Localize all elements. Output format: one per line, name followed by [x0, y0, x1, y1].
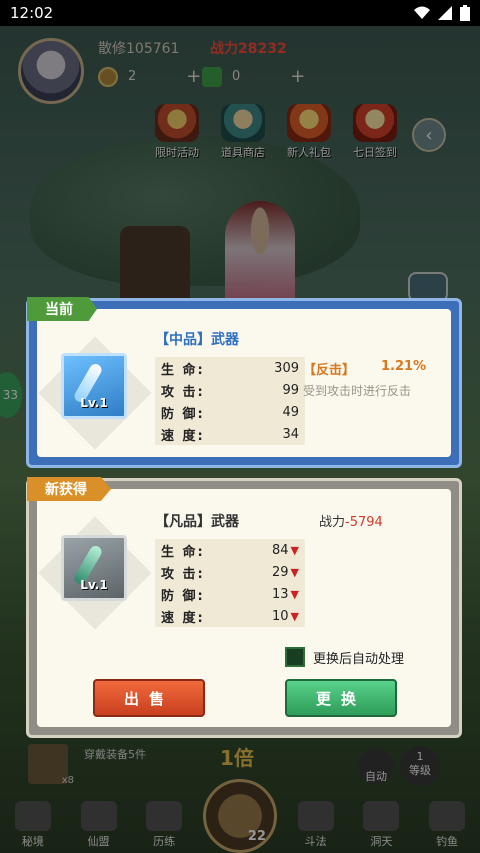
- stat-speed: 速 度: 34: [161, 426, 299, 444]
- down-arrow-icon: ▼: [290, 609, 299, 623]
- battery-icon: [460, 5, 470, 21]
- sell-button[interactable]: 出售: [93, 679, 205, 717]
- stat-attack: 攻 击: 29 ▼: [161, 564, 299, 582]
- current-equipment-panel: 当前 Lv.1 【中品】武器 生 命: 309 攻 击: 99 防 御: 49 速 度…: [26, 297, 462, 468]
- current-item-icon[interactable]: Lv.1: [61, 353, 127, 419]
- stat-hp: 生 命: 309: [161, 360, 299, 378]
- bonus-value: 1.21%: [381, 359, 427, 374]
- auto-process-label: 更换后自动处理: [313, 651, 405, 667]
- swap-button[interactable]: 更换: [285, 679, 397, 717]
- bonus-description: 受到攻击时进行反击: [303, 384, 412, 398]
- down-arrow-icon: ▼: [290, 565, 299, 579]
- new-tag: 新获得: [27, 477, 111, 501]
- stat-hp: 生 命: 84 ▼: [161, 542, 299, 560]
- new-item-icon[interactable]: Lv.1: [61, 535, 127, 601]
- auto-process-option: 更换后自动处理: [285, 647, 404, 667]
- auto-process-checkbox[interactable]: [285, 647, 305, 667]
- current-bonus: 【反击】 1.21% 受到攻击时进行反击: [303, 359, 426, 399]
- new-equipment-panel: 新获得 Lv.1 【凡品】武器 战力-5794 生 命: 84 ▼ 攻 击: 29 ▼ …: [26, 477, 462, 738]
- clock: 12:02: [10, 4, 54, 22]
- wifi-icon: [414, 6, 430, 19]
- bonus-name: 【反击】: [303, 363, 356, 378]
- signal-icon: [438, 6, 452, 20]
- new-stats: 生 命: 84 ▼ 攻 击: 29 ▼ 防 御: 13 ▼ 速 度: 10 ▼: [155, 539, 305, 627]
- stat-defense: 防 御: 13 ▼: [161, 586, 299, 604]
- current-tag: 当前: [27, 297, 97, 321]
- stat-speed: 速 度: 10 ▼: [161, 608, 299, 626]
- down-arrow-icon: ▼: [290, 543, 299, 557]
- new-item-power: 战力-5794: [319, 515, 383, 530]
- stat-attack: 攻 击: 99: [161, 382, 299, 400]
- down-arrow-icon: ▼: [290, 587, 299, 601]
- current-stats: 生 命: 309 攻 击: 99 防 御: 49 速 度: 34: [155, 357, 305, 445]
- new-item-title: 【凡品】武器: [155, 514, 239, 530]
- status-bar: 12:02: [0, 0, 480, 26]
- current-item-title: 【中品】武器: [155, 332, 239, 348]
- stat-defense: 防 御: 49: [161, 404, 299, 422]
